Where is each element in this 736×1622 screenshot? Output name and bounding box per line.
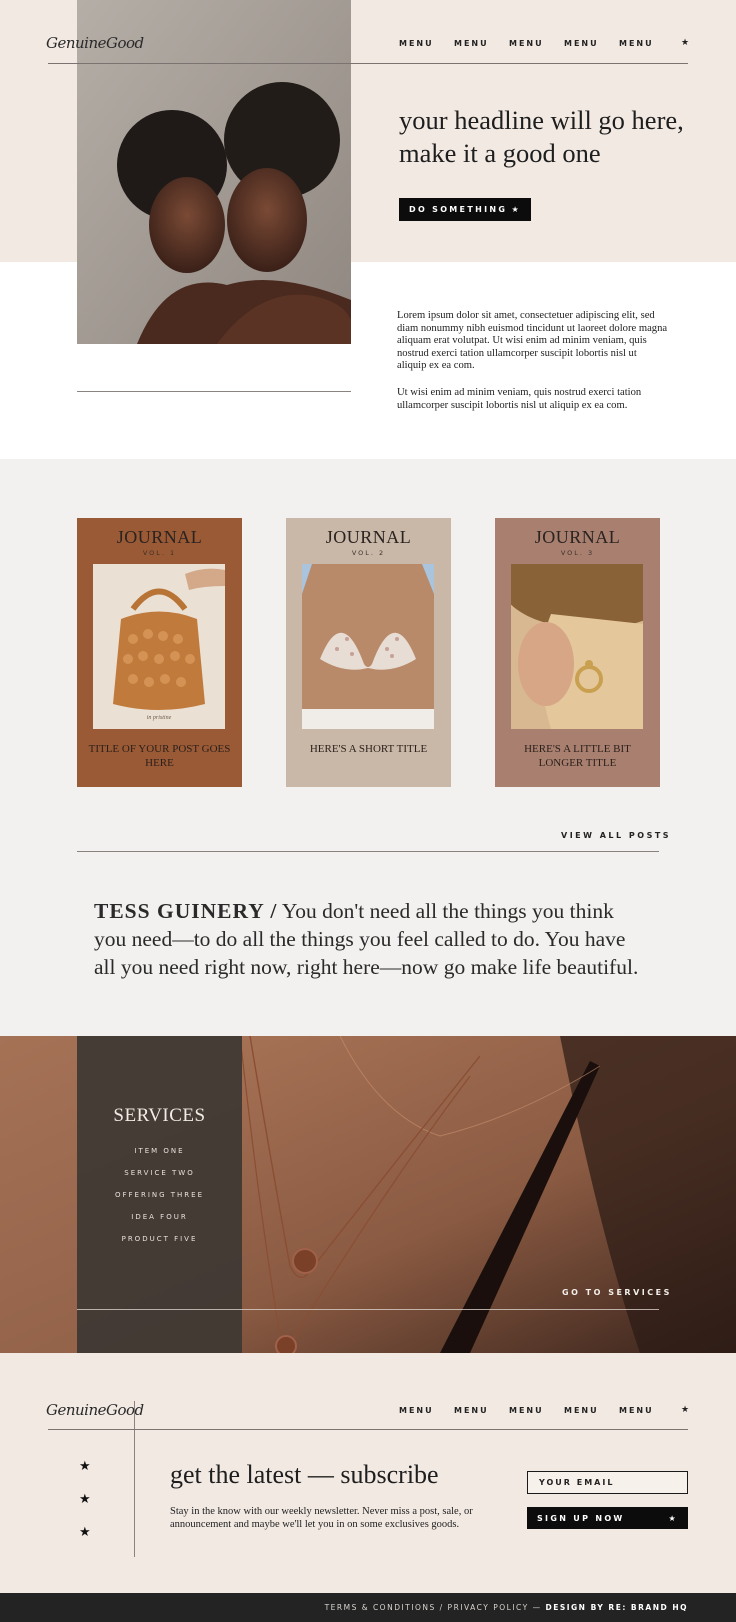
- service-item-5[interactable]: PRODUCT FIVE: [77, 1235, 242, 1243]
- journal-card-caption[interactable]: HERE'S A LITTLE BIT LONGER TITLE: [505, 742, 650, 770]
- footer-nav-menu-2[interactable]: MENU: [454, 1406, 489, 1415]
- image-note: in pristine: [146, 715, 172, 721]
- do-something-button[interactable]: DO SOMETHING ★: [399, 198, 531, 221]
- service-item-2[interactable]: SERVICE TWO: [77, 1169, 242, 1177]
- services-divider: [77, 1309, 659, 1310]
- hero-headline-line2: make it a good one: [399, 138, 601, 168]
- design-credit[interactable]: DESIGN BY RE: BRAND HQ: [545, 1603, 688, 1612]
- journal-card-3[interactable]: JOURNAL VOL. 3 HERE'S A LITTLE BIT LONGE…: [495, 518, 660, 787]
- journal-card-title: JOURNAL: [116, 527, 203, 547]
- service-item-3[interactable]: OFFERING THREE: [77, 1191, 242, 1199]
- footer-nav-menu-5[interactable]: MENU: [619, 1406, 654, 1415]
- journal-card-image: in pristine: [93, 564, 225, 729]
- hero-headline-line1: your headline will go here,: [399, 105, 684, 135]
- sign-up-label: SIGN UP NOW: [537, 1513, 625, 1523]
- subscribe-title: get the latest — subscribe: [170, 1460, 439, 1489]
- intro-divider: [77, 391, 351, 392]
- star-icon: ★: [681, 1404, 690, 1414]
- subscribe-text: Stay in the know with our weekly newslet…: [170, 1506, 473, 1530]
- footer-logo[interactable]: GenuineGood: [46, 1401, 144, 1419]
- star-icon: ★: [79, 1491, 91, 1506]
- star-icon: ★: [79, 1524, 91, 1539]
- nav-menu-1[interactable]: MENU: [399, 39, 434, 48]
- footer-vertical-divider: [134, 1401, 135, 1557]
- star-icon: ★: [79, 1458, 91, 1473]
- intro-paragraph-2: Ut wisi enim ad minim veniam, quis nostr…: [397, 387, 642, 411]
- view-all-posts-link[interactable]: VIEW ALL POSTS: [561, 831, 671, 840]
- quote: TESS GUINERY / You don't need all the th…: [94, 897, 649, 981]
- star-icon: ★: [681, 37, 690, 47]
- hero-headline: your headline will go here, make it a go…: [399, 104, 684, 170]
- journal-card-caption[interactable]: TITLE OF YOUR POST GOES HERE: [87, 742, 232, 770]
- footer-nav-menu-4[interactable]: MENU: [564, 1406, 599, 1415]
- sign-up-button[interactable]: SIGN UP NOW ★: [527, 1507, 688, 1529]
- journal-card-vol: VOL. 2: [351, 549, 386, 557]
- services-title: SERVICES: [113, 1105, 206, 1126]
- intro-paragraph-1: Lorem ipsum dolor sit amet, consectetuer…: [397, 310, 668, 372]
- legal-links: TERMS & CONDITIONS / PRIVACY POLICY — DE…: [325, 1603, 688, 1612]
- star-icon: ★: [511, 205, 521, 214]
- journal-card-vol: VOL. 1: [142, 549, 177, 557]
- nav-menu-5[interactable]: MENU: [619, 39, 654, 48]
- do-something-label: DO SOMETHING: [409, 205, 508, 214]
- nav-menu-4[interactable]: MENU: [564, 39, 599, 48]
- journal-card-image: [302, 564, 434, 729]
- email-placeholder: YOUR EMAIL: [539, 1478, 615, 1487]
- journal-card-2[interactable]: JOURNAL VOL. 2 HERE'S A SHORT TITLE: [286, 518, 451, 787]
- journal-card-title: JOURNAL: [534, 527, 621, 547]
- go-to-services-link[interactable]: GO TO SERVICES: [562, 1288, 672, 1297]
- footer-nav-menu-3[interactable]: MENU: [509, 1406, 544, 1415]
- logo[interactable]: GenuineGood: [46, 34, 144, 52]
- journal-card-title: JOURNAL: [325, 527, 412, 547]
- journal-card-vol: VOL. 3: [560, 549, 595, 557]
- journal-card-image: [511, 564, 643, 729]
- footer-divider: [48, 1429, 688, 1430]
- nav-menu-2[interactable]: MENU: [454, 39, 489, 48]
- footer-nav-menu-1[interactable]: MENU: [399, 1406, 434, 1415]
- nav-menu-3[interactable]: MENU: [509, 39, 544, 48]
- terms-privacy-link[interactable]: TERMS & CONDITIONS / PRIVACY POLICY —: [325, 1603, 546, 1612]
- header-divider: [48, 63, 688, 64]
- journal-card-caption[interactable]: HERE'S A SHORT TITLE: [296, 742, 441, 756]
- star-icon: ★: [668, 1513, 678, 1523]
- service-item-1[interactable]: ITEM ONE: [77, 1147, 242, 1155]
- email-field[interactable]: YOUR EMAIL: [527, 1471, 688, 1494]
- journal-divider: [77, 851, 659, 852]
- service-item-4[interactable]: IDEA FOUR: [77, 1213, 242, 1221]
- quote-author: TESS GUINERY /: [94, 899, 278, 923]
- journal-card-1[interactable]: JOURNAL VOL. 1 in pristine TITLE OF YOUR…: [77, 518, 242, 787]
